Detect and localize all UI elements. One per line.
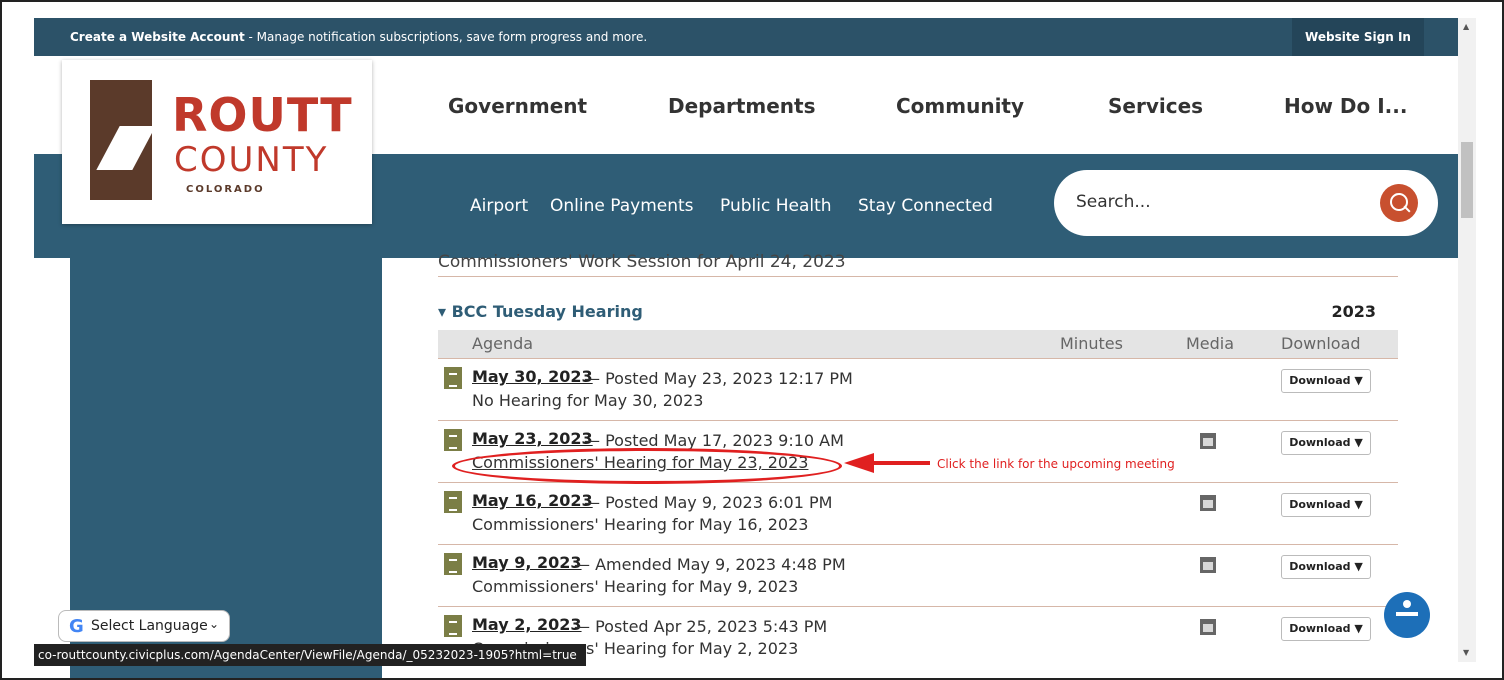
document-icon xyxy=(444,429,462,451)
posted-text: — Posted May 23, 2023 12:17 PM xyxy=(584,369,853,388)
google-icon: G xyxy=(69,616,84,637)
sign-in-button[interactable]: Website Sign In xyxy=(1292,18,1424,56)
agenda-date[interactable]: May 23, 2023 xyxy=(472,429,593,448)
arrow-shaft xyxy=(872,461,930,465)
table-row: May 30, 2023 — Posted May 23, 2023 12:17… xyxy=(438,358,1398,420)
download-button[interactable]: Download ▼ xyxy=(1281,617,1371,641)
video-icon[interactable] xyxy=(1200,495,1216,511)
search-box[interactable]: Search... xyxy=(1054,170,1438,236)
video-icon[interactable] xyxy=(1200,557,1216,573)
agenda-title[interactable]: Commissioners' Hearing for May 16, 2023 xyxy=(472,515,808,534)
annotation-text: Click the link for the upcoming meeting xyxy=(937,457,1175,471)
language-label: Select Language xyxy=(91,618,208,634)
account-bar: Create a Website Account - Manage notifi… xyxy=(34,18,1458,56)
video-icon[interactable] xyxy=(1200,619,1216,635)
logo-name-1: ROUTT xyxy=(172,88,353,142)
col-media: Media xyxy=(1186,334,1235,353)
table-row: May 9, 2023 — Amended May 9, 2023 4:48 P… xyxy=(438,544,1398,606)
download-button[interactable]: Download ▼ xyxy=(1281,369,1371,393)
scroll-thumb[interactable] xyxy=(1461,142,1473,218)
document-icon xyxy=(444,491,462,513)
account-message: Create a Website Account - Manage notifi… xyxy=(70,30,647,44)
col-agenda: Agenda xyxy=(472,334,534,353)
agenda-date[interactable]: May 9, 2023 xyxy=(472,553,582,572)
agenda-date[interactable]: May 2, 2023 xyxy=(472,615,582,634)
browser-viewport: Create a Website Account - Manage notifi… xyxy=(0,0,1504,680)
subnav-online-payments[interactable]: Online Payments xyxy=(550,196,694,216)
nav-community[interactable]: Community xyxy=(896,94,1024,118)
search-icon[interactable] xyxy=(1380,184,1418,222)
divider xyxy=(438,276,1398,277)
chevron-down-icon: ⌄ xyxy=(209,617,220,631)
county-logo[interactable]: ROUTT COUNTY COLORADO xyxy=(62,60,372,224)
create-account-link[interactable]: Create a Website Account xyxy=(70,30,245,44)
highlight-ellipse xyxy=(452,448,842,484)
scroll-down-icon[interactable]: ▼ xyxy=(1463,648,1469,657)
agenda-date[interactable]: May 30, 2023 xyxy=(472,367,593,386)
scrollbar[interactable]: ▲ ▼ xyxy=(1458,18,1476,662)
accessibility-icon[interactable] xyxy=(1384,592,1430,638)
subnav-public-health[interactable]: Public Health xyxy=(720,196,832,216)
nav-departments[interactable]: Departments xyxy=(668,94,816,118)
table-header: Agenda Minutes Media Download xyxy=(438,330,1398,358)
video-icon[interactable] xyxy=(1200,433,1216,449)
document-icon xyxy=(444,553,462,575)
download-button[interactable]: Download ▼ xyxy=(1281,431,1371,455)
document-icon xyxy=(444,615,462,637)
scroll-up-icon[interactable]: ▲ xyxy=(1463,22,1469,31)
download-button[interactable]: Download ▼ xyxy=(1281,555,1371,579)
logo-state: COLORADO xyxy=(186,184,265,195)
subnav-stay-connected[interactable]: Stay Connected xyxy=(858,196,993,216)
link-status-bar: co-routtcounty.civicplus.com/AgendaCente… xyxy=(34,644,586,666)
agenda-title: No Hearing for May 30, 2023 xyxy=(472,391,704,410)
col-download: Download xyxy=(1281,334,1361,353)
category-year: 2023 xyxy=(1331,302,1376,321)
account-description: - Manage notification subscriptions, sav… xyxy=(244,30,648,44)
logo-name-2: COUNTY xyxy=(174,140,329,180)
posted-text: — Posted Apr 25, 2023 5:43 PM xyxy=(574,617,828,636)
prev-row-title[interactable]: Commissioners' Work Session for April 24… xyxy=(438,252,846,272)
logo-r-mark xyxy=(90,80,152,200)
col-minutes: Minutes xyxy=(1060,334,1123,353)
category-title[interactable]: ▾ BCC Tuesday Hearing xyxy=(438,302,643,321)
arrow-icon xyxy=(844,453,874,473)
nav-how-do-i[interactable]: How Do I... xyxy=(1284,94,1407,118)
document-icon xyxy=(444,367,462,389)
category-name: BCC Tuesday Hearing xyxy=(451,302,643,321)
search-input[interactable]: Search... xyxy=(1076,192,1151,212)
language-select[interactable]: G Select Language ⌄ xyxy=(58,610,230,642)
agenda-date[interactable]: May 16, 2023 xyxy=(472,491,593,510)
nav-government[interactable]: Government xyxy=(448,94,587,118)
table-row: May 16, 2023 — Posted May 9, 2023 6:01 P… xyxy=(438,482,1398,544)
download-button[interactable]: Download ▼ xyxy=(1281,493,1371,517)
subnav-airport[interactable]: Airport xyxy=(470,196,528,216)
posted-text: — Posted May 9, 2023 6:01 PM xyxy=(584,493,833,512)
agenda-title[interactable]: Commissioners' Hearing for May 9, 2023 xyxy=(472,577,798,596)
nav-services[interactable]: Services xyxy=(1108,94,1203,118)
posted-text: — Amended May 9, 2023 4:48 PM xyxy=(574,555,846,574)
